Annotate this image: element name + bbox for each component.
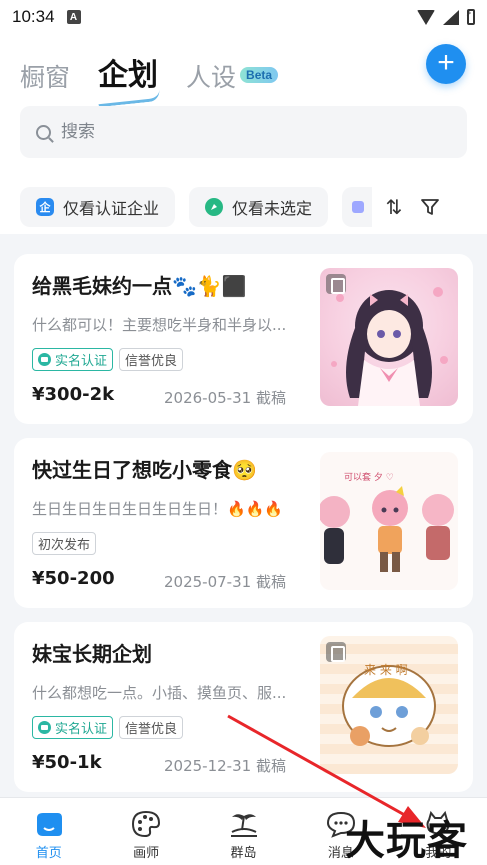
- card-title: 妹宝长期企划: [32, 642, 152, 666]
- filter-bar: 企 仅看认证企业 仅看未选定 ⇅: [20, 187, 440, 227]
- card-title: 给黑毛妹约一点🐾🐈⬛: [32, 274, 247, 298]
- album-icon: [326, 642, 346, 662]
- album-icon: [326, 274, 346, 294]
- verified-tag: 实名认证: [32, 348, 114, 371]
- project-card[interactable]: 妹宝长期企划 什么都想吃一点。小插、摸鱼页、服... 实名认证 信誉优良 ¥50…: [14, 622, 473, 792]
- verified-icon: [38, 721, 51, 734]
- verified-icon: [38, 353, 51, 366]
- tab-projects[interactable]: 企划: [98, 50, 158, 94]
- notification-icon: A: [66, 10, 81, 24]
- compass-icon: [205, 198, 224, 216]
- card-tags: 实名认证 信誉优良: [32, 348, 184, 371]
- palette-icon: [131, 810, 161, 838]
- island-icon: [229, 810, 259, 838]
- svg-text:可以套 夕 ♡: 可以套 夕 ♡: [344, 471, 394, 483]
- reputation-tag: 信誉优良: [119, 348, 184, 371]
- card-description: 什么都可以！主要想吃半身和半身以...: [32, 316, 287, 334]
- filter-more-icon: [352, 201, 365, 213]
- verified-tag: 实名认证: [32, 716, 114, 739]
- card-price: ¥50-200: [32, 568, 115, 589]
- card-thumbnail[interactable]: 来 来 啊: [320, 636, 458, 774]
- svg-text:来 来 啊: 来 来 啊: [364, 663, 408, 677]
- card-price: ¥50-1k: [32, 752, 102, 773]
- project-card[interactable]: 给黑毛妹约一点🐾🐈⬛ 什么都可以！主要想吃半身和半身以... 实名认证 信誉优良…: [14, 254, 473, 424]
- filter-verified-company-label: 仅看认证企业: [63, 199, 160, 218]
- card-description: 什么都想吃一点。小插、摸鱼页、服...: [32, 684, 287, 702]
- project-card[interactable]: 快过生日了想吃小零食🥺 生日生日生日生日生日生日！🔥🔥🔥 初次发布 ¥50-20…: [14, 438, 473, 608]
- card-description: 生日生日生日生日生日生日！🔥🔥🔥: [32, 500, 284, 518]
- filter-more-chip[interactable]: [342, 187, 373, 227]
- card-deadline: 2025-12-31 截稿: [164, 757, 286, 775]
- tab-showcase[interactable]: 橱窗: [20, 58, 70, 94]
- verified-tag-label: 实名认证: [55, 354, 108, 369]
- search-input[interactable]: [61, 122, 441, 142]
- filter-icon[interactable]: [420, 197, 440, 217]
- search-bar[interactable]: [20, 106, 467, 158]
- beta-badge: Beta: [240, 67, 279, 83]
- nav-islands-label: 群岛: [230, 846, 257, 861]
- filter-unselected-label: 仅看未选定: [232, 199, 313, 218]
- status-time: 10:34: [12, 7, 55, 26]
- card-deadline: 2025-07-31 截稿: [164, 573, 286, 591]
- sort-icon[interactable]: ⇅: [380, 195, 408, 219]
- company-verified-icon: 企: [36, 198, 54, 216]
- watermark: 大玩客: [345, 818, 468, 864]
- home-icon: [34, 810, 64, 838]
- nav-home[interactable]: 首页: [0, 798, 97, 865]
- card-thumbnail[interactable]: [320, 268, 458, 406]
- nav-artists[interactable]: 画师: [97, 798, 194, 865]
- verified-tag-label: 实名认证: [55, 722, 108, 737]
- card-tags: 初次发布: [32, 532, 97, 555]
- first-post-tag: 初次发布: [32, 532, 97, 555]
- filter-verified-company[interactable]: 企 仅看认证企业: [20, 187, 176, 227]
- card-price: ¥300-2k: [32, 384, 115, 405]
- nav-home-label: 首页: [35, 846, 62, 861]
- signal-icon: [443, 9, 459, 25]
- wifi-icon: [417, 9, 435, 25]
- reputation-tag: 信誉优良: [119, 716, 184, 739]
- tab-characters-label: 人设: [186, 63, 237, 92]
- filter-unselected[interactable]: 仅看未选定: [189, 187, 329, 227]
- nav-islands[interactable]: 群岛: [195, 798, 292, 865]
- tab-characters[interactable]: 人设 Beta: [186, 58, 279, 94]
- search-icon: [36, 124, 51, 140]
- card-title: 快过生日了想吃小零食🥺: [32, 458, 257, 482]
- card-thumbnail[interactable]: 可以套 夕 ♡: [320, 452, 458, 590]
- chibi-characters-illustration: 可以套 夕 ♡: [320, 471, 454, 572]
- header: 橱窗 企划 人设Beta + 企 仅看认证企业 仅看未选定 ⇅: [0, 34, 487, 234]
- top-tabs: 橱窗 企划 人设 Beta: [20, 44, 306, 94]
- status-bar: 10:34 A: [0, 0, 487, 34]
- nav-artists-label: 画师: [133, 846, 160, 861]
- card-tags: 实名认证 信誉优良: [32, 716, 184, 739]
- card-deadline: 2026-05-31 截稿: [164, 389, 286, 407]
- add-button[interactable]: +: [426, 44, 466, 84]
- battery-icon: [466, 9, 475, 25]
